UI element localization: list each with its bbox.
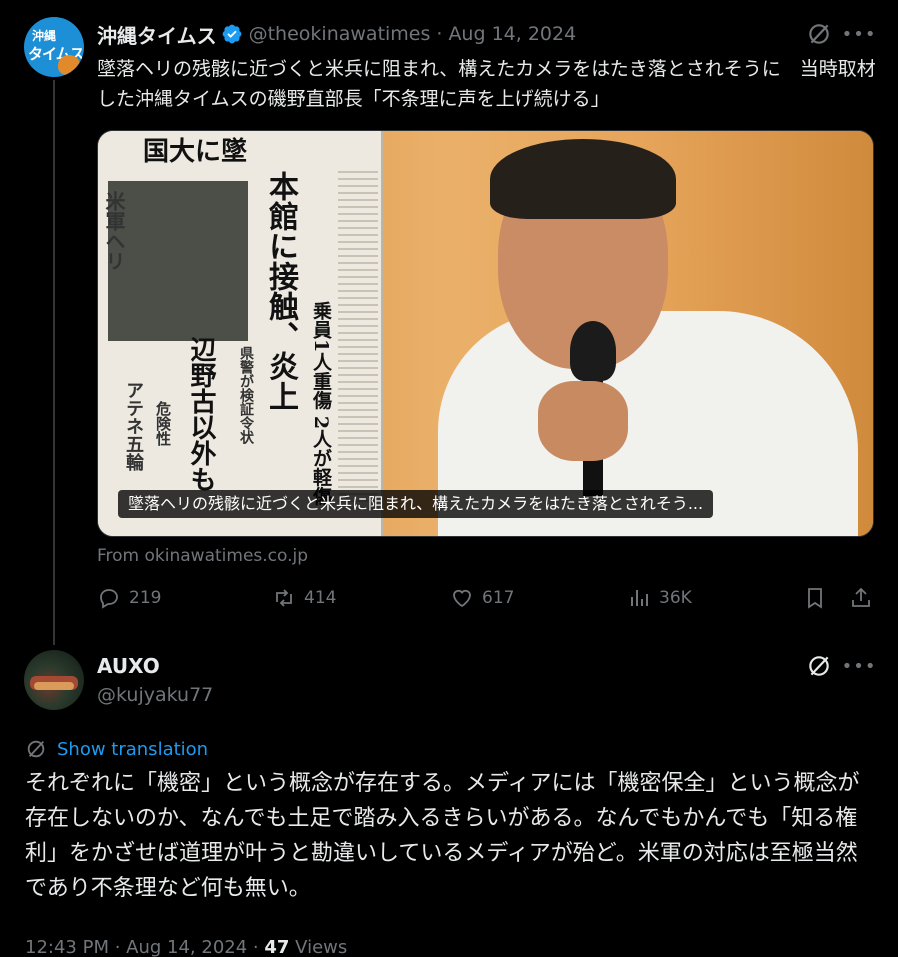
author-handle[interactable]: @theokinawatimes — [249, 23, 431, 45]
reply-icon — [100, 589, 118, 609]
share-icon — [852, 587, 870, 607]
author-handle[interactable]: @kujyaku77 — [97, 684, 213, 706]
author-name[interactable]: AUXO — [97, 654, 160, 678]
tweet1-action-bar: 219 414 617 36K — [97, 586, 877, 618]
newspaper-image: 国大に墜 本館に接触、炎上 乗員1人重傷 2人が軽傷 辺野古以外も 米軍ヘリ 県… — [98, 131, 383, 536]
like-button[interactable]: 617 — [450, 586, 514, 610]
tweet1-text: 墜落ヘリの残骸に近づくと米兵に阻まれ、構えたカメラをはたき落とされそうに 当時取… — [97, 58, 876, 110]
author-name[interactable]: 沖縄タイムス — [97, 20, 217, 49]
bookmark-button[interactable] — [803, 586, 827, 610]
verified-badge-icon — [222, 24, 242, 44]
newspaper-photo — [108, 181, 248, 341]
reply-count: 219 — [129, 588, 162, 608]
avatar-okinawatimes[interactable]: 沖縄 タイムス — [24, 17, 84, 77]
avatar-auxo[interactable] — [24, 650, 84, 710]
repost-count: 414 — [304, 588, 337, 608]
views-count: 36K — [659, 588, 692, 608]
tweet1-header: 沖縄タイムス @theokinawatimes · Aug 14, 2024 — [97, 20, 576, 48]
tweet-date[interactable]: Aug 14, 2024 — [448, 23, 576, 45]
tweet-timestamp[interactable]: 12:43 PM · Aug 14, 2024 · — [25, 937, 259, 957]
like-count: 617 — [482, 588, 515, 608]
views-icon — [631, 590, 648, 606]
repost-button[interactable]: 414 — [272, 586, 336, 610]
share-button[interactable] — [849, 586, 873, 610]
views-count: 47 — [264, 937, 290, 957]
bookmark-icon — [808, 588, 822, 609]
avatar-image-detail — [34, 682, 74, 690]
link-card[interactable]: 国大に墜 本館に接触、炎上 乗員1人重傷 2人が軽傷 辺野古以外も 米軍ヘリ 県… — [97, 130, 874, 537]
newspaper-headline: 本館に接触、炎上 — [263, 171, 298, 411]
tweet2-meta: 12:43 PM · Aug 14, 2024 · 47 Views — [25, 937, 347, 957]
show-translation-link[interactable]: Show translation — [25, 738, 208, 760]
grok-icon[interactable] — [806, 653, 832, 679]
tweet1-header-actions: ••• — [806, 21, 876, 47]
like-icon — [453, 589, 471, 608]
views-label: Views — [295, 937, 348, 957]
tweet2-header-actions: ••• — [806, 653, 876, 679]
avatar-logo-text-top: 沖縄 — [32, 29, 57, 43]
thread-connector-line — [53, 80, 55, 645]
newspaper-text-lines — [338, 171, 378, 511]
avatar-mascot — [58, 55, 80, 75]
reply-button[interactable]: 219 — [97, 586, 161, 610]
speaker-hair — [490, 139, 676, 219]
header-separator: · — [436, 23, 443, 45]
microphone — [570, 321, 616, 381]
newspaper-headline: 県警が検証令状 — [238, 346, 254, 444]
more-icon[interactable]: ••• — [842, 653, 876, 679]
speaker-photo — [388, 131, 873, 536]
views-button[interactable]: 36K — [627, 586, 692, 610]
grok-icon[interactable] — [806, 21, 832, 47]
card-caption: 墜落ヘリの残骸に近づくと米兵に阻まれ、構えたカメラをはたき落とされそう... — [118, 490, 714, 518]
translate-icon — [27, 740, 45, 758]
card-source[interactable]: From okinawatimes.co.jp — [97, 546, 308, 566]
speaker-hand — [538, 381, 628, 461]
tweet2-text: それぞれに「機密」という概念が存在する。メディアには「機密保全」という概念が存在… — [25, 771, 860, 901]
more-icon[interactable]: ••• — [842, 21, 876, 47]
show-translation-label: Show translation — [57, 738, 209, 760]
newspaper-headline: 国大に墜 — [143, 137, 248, 167]
newspaper-headline: 乗員1人重傷 2人が軽傷 — [310, 301, 332, 506]
newspaper-headline: 米軍ヘリ — [102, 191, 126, 271]
repost-icon — [276, 589, 292, 607]
